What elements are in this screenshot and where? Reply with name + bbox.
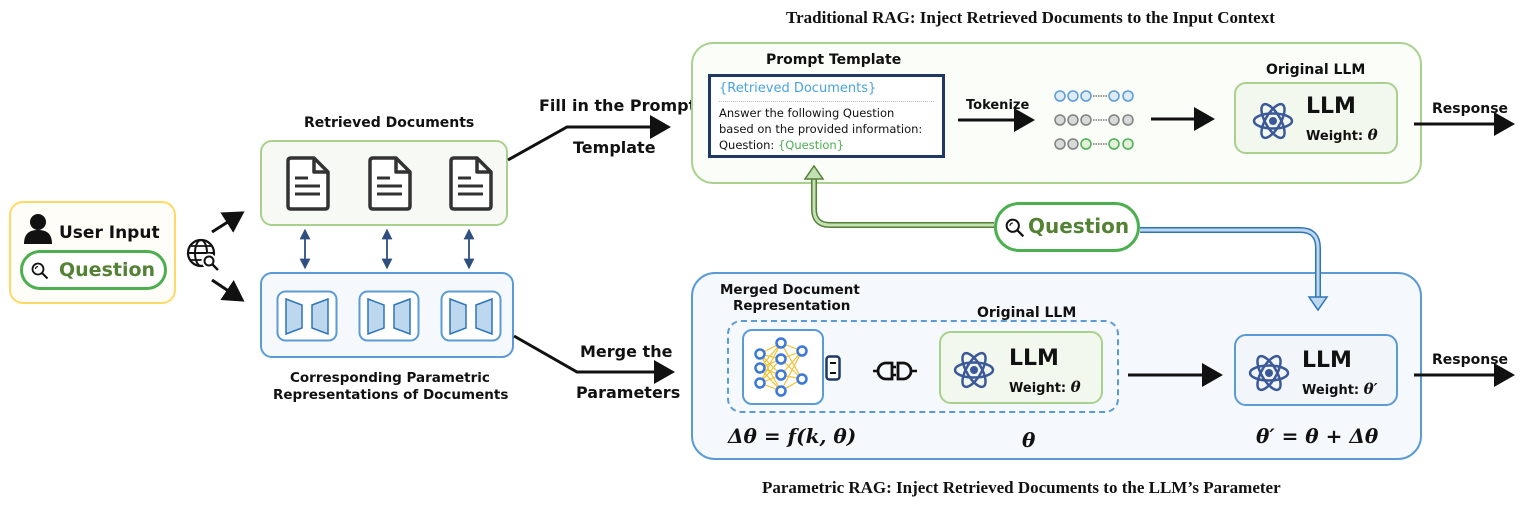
fill-prompt-label-1: Fill in the Prompt: [539, 96, 697, 115]
retrieved-documents-box: [260, 140, 508, 226]
retrieved-documents-placeholder: {Retrieved Documents}: [719, 81, 877, 96]
nn-node: [754, 348, 766, 360]
user-input-label: User Input: [59, 223, 160, 243]
delta-formula: Δθ = f(k, θ): [728, 424, 857, 448]
llm-title: LLM: [1009, 346, 1059, 371]
search-icon: [1005, 218, 1025, 238]
arrow-to-parameters: [211, 278, 245, 302]
template-line-3: Question: {Question}: [719, 138, 844, 152]
token-gray: [1054, 138, 1066, 150]
original-llm-bottom-box: LLM Weight: θ: [939, 331, 1103, 404]
nn-node: [775, 369, 787, 381]
response-bottom-label: Response: [1432, 352, 1509, 368]
merge-parameters-label-1: Merge the: [580, 342, 673, 361]
lora-adapter-icon: [440, 290, 502, 342]
llm-title: LLM: [1306, 94, 1356, 119]
atom-icon: [1248, 354, 1290, 392]
globe-search-icon: [186, 238, 219, 271]
update-formula: θ′ = θ + Δθ: [1256, 424, 1379, 448]
question-label: Question: [59, 259, 156, 281]
nn-node: [754, 377, 766, 389]
llm-weight: Weight: θ: [1306, 126, 1378, 144]
token-gray: [1067, 114, 1079, 126]
theta-label: θ: [1022, 428, 1036, 452]
token-gray: [1122, 114, 1134, 126]
fill-prompt-label-2: Template: [573, 138, 656, 157]
template-line-2: based on the provided information:: [719, 122, 923, 136]
nn-node: [796, 373, 808, 385]
retrieved-documents-label: Retrieved Documents: [304, 115, 475, 131]
token-blue: [1108, 90, 1120, 102]
original-llm-top-heading: Original LLM: [1266, 62, 1366, 78]
user-icon: [24, 214, 52, 244]
token-green: [1108, 138, 1120, 150]
document-icon: [286, 156, 330, 211]
adapter-plug-icon: [825, 355, 841, 381]
question-placeholder: {Question}: [777, 138, 845, 152]
question-prefix: Question:: [719, 138, 778, 152]
response-top-label: Response: [1432, 101, 1509, 117]
user-input-box: User Input Question: [9, 201, 176, 304]
token-green: [1080, 138, 1092, 150]
connector-icon: [873, 361, 917, 381]
merged-representation-box: [742, 329, 824, 405]
token-blue: [1054, 90, 1066, 102]
token-blue: [1122, 90, 1134, 102]
neural-network-icon: [754, 337, 808, 397]
token-gray: [1108, 114, 1120, 126]
nn-node: [754, 362, 766, 374]
question-pill[interactable]: Question: [994, 202, 1140, 252]
atom-icon: [1252, 102, 1294, 140]
template-line-1: Answer the following Question: [719, 106, 895, 120]
updated-llm-box: LLM Weight: θ′: [1234, 334, 1398, 406]
token-green: [1122, 138, 1134, 150]
llm-title: LLM: [1302, 348, 1352, 373]
parametric-rag-title: Parametric RAG: Inject Retrieved Documen…: [762, 478, 1281, 497]
parametric-representations-label-1: Corresponding Parametric: [290, 370, 490, 386]
lora-adapter-icon: [358, 290, 420, 342]
question-input[interactable]: Question: [20, 250, 167, 290]
original-llm-top-box: LLM Weight: θ: [1234, 82, 1398, 154]
nn-node: [775, 353, 787, 365]
llm-weight: Weight: θ′: [1302, 380, 1378, 398]
token-gray: [1080, 114, 1092, 126]
llm-weight: Weight: θ: [1009, 378, 1081, 396]
nn-node: [775, 337, 787, 349]
question-pill-label: Question: [1028, 214, 1130, 238]
parametric-representations-label-2: Representations of Documents: [273, 387, 509, 403]
question-to-prompt-arrow: [811, 178, 994, 228]
arrow-to-documents: [211, 211, 245, 234]
template-divider: [719, 101, 934, 102]
merged-representation-heading: Merged Document Representation: [720, 282, 860, 314]
merge-parameters-label-2: Parameters: [576, 383, 681, 402]
token-blue: [1067, 90, 1079, 102]
parametric-representations-box: [260, 272, 514, 358]
traditional-rag-title: Traditional RAG: Inject Retrieved Docume…: [786, 8, 1275, 27]
search-icon: [31, 262, 49, 280]
token-grid: [1054, 90, 1134, 150]
nn-node: [796, 345, 808, 357]
token-gray: [1054, 114, 1066, 126]
token-gray: [1067, 138, 1079, 150]
document-icon: [368, 156, 412, 211]
prompt-template-heading: Prompt Template: [766, 52, 902, 68]
document-icon: [449, 156, 493, 211]
atom-icon: [953, 351, 995, 389]
lora-adapter-icon: [276, 290, 338, 342]
token-blue: [1080, 90, 1092, 102]
original-llm-bottom-heading: Original LLM: [977, 305, 1077, 321]
tokenize-label: Tokenize: [966, 98, 1030, 113]
prompt-template-box: {Retrieved Documents} Answer the followi…: [708, 74, 945, 158]
nn-node: [775, 385, 787, 397]
